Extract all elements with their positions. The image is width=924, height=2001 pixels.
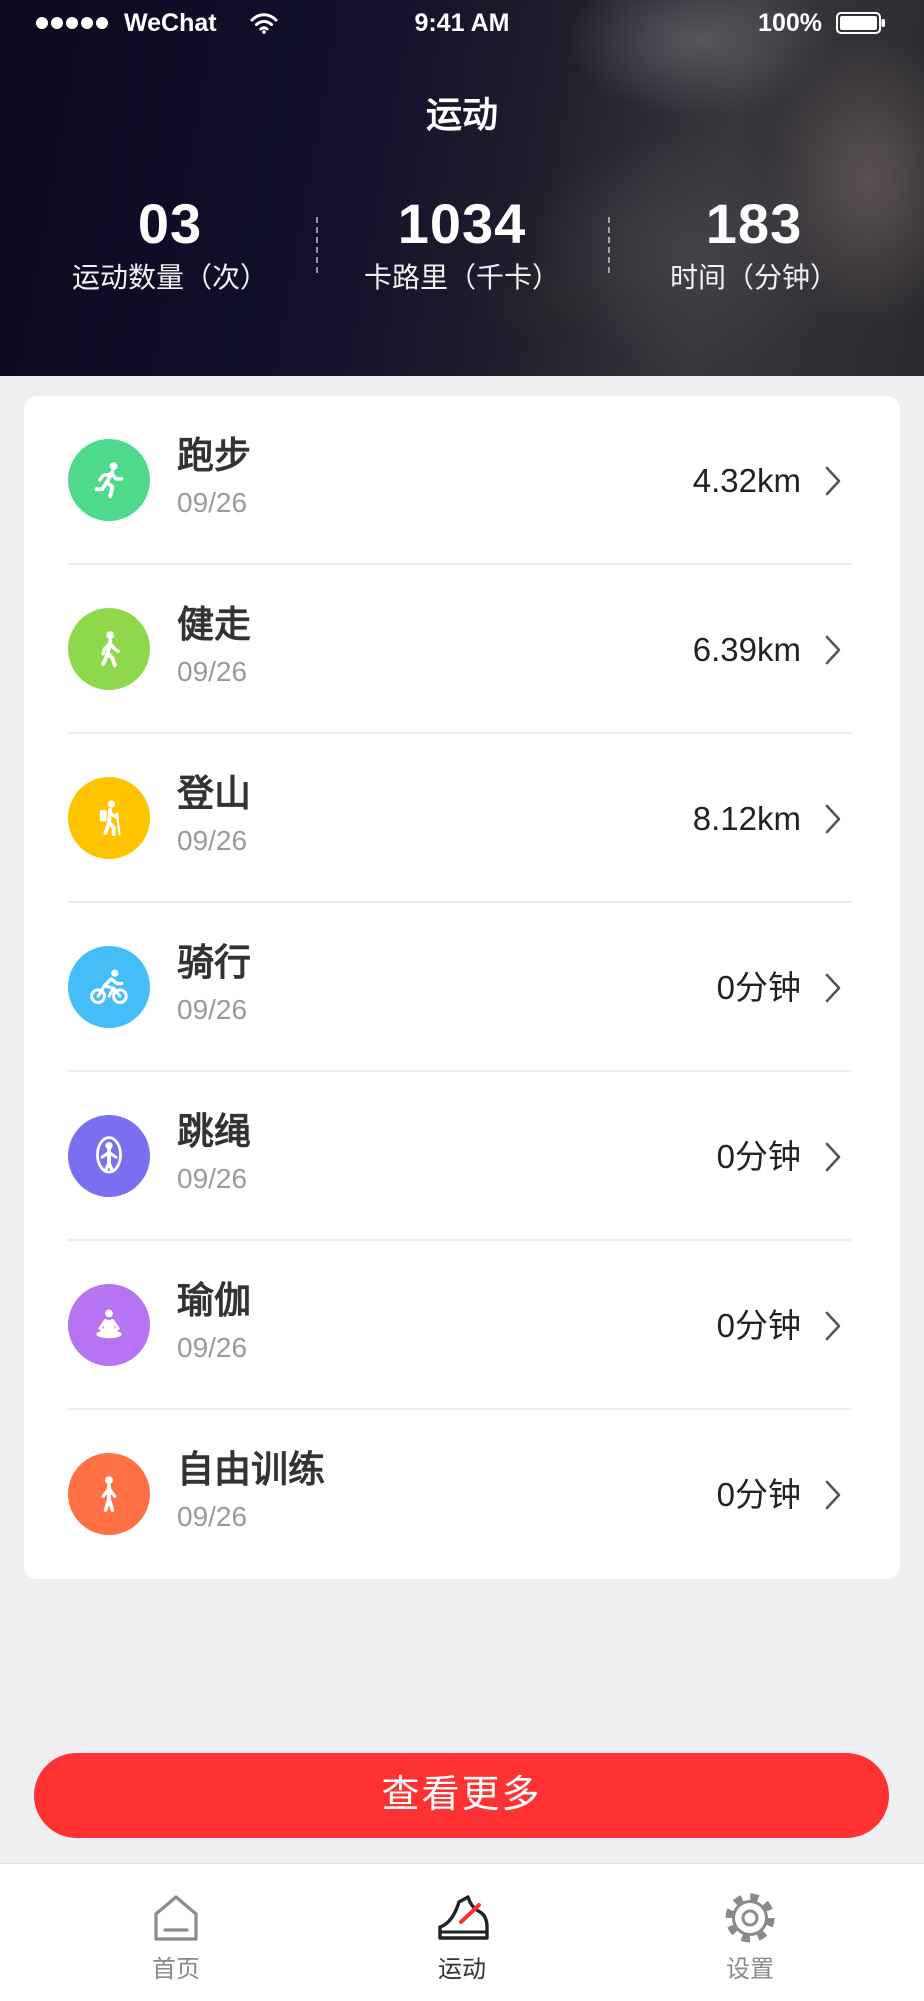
status-bar: WeChat 9:41 AM 100% [0,0,924,46]
home-icon [146,1888,206,1948]
cycling-icon [68,946,150,1028]
activity-date: 09/26 [177,994,248,1025]
view-more-button[interactable]: 查看更多 [34,1753,889,1838]
free-training-icon [68,1453,150,1535]
activity-row-hiking[interactable]: 登山 09/26 8.12km [24,734,900,903]
activity-date: 09/26 [177,1163,248,1194]
chevron-right-icon [824,972,842,1004]
tab-label: 设置 [726,1956,774,1983]
activity-row-walking[interactable]: 健走 09/26 6.39km [24,565,900,734]
stat-value: 03 [137,192,203,255]
activity-text: 骑行 09/26 [177,941,251,1027]
activity-name: 登山 [177,773,251,814]
activity-value: 8.12km [692,799,801,837]
activity-text: 自由训练 09/26 [177,1448,325,1534]
activity-value: 6.39km [692,630,801,668]
running-icon [68,439,150,521]
tab-home[interactable]: 首页 [76,1864,276,2001]
page-title: 运动 [425,94,498,135]
activity-text: 健走 09/26 [177,603,251,689]
chevron-right-icon [824,465,842,497]
activity-date: 09/26 [177,1332,248,1363]
stat-duration: 183 时间（分钟） [608,192,900,295]
activity-text: 登山 09/26 [177,772,251,858]
gear-icon [720,1888,780,1948]
activity-text: 跳绳 09/26 [177,1110,251,1196]
stat-workout-count: 03 运动数量（次） [24,192,316,295]
chevron-right-icon [824,803,842,835]
battery-icon [836,12,886,34]
stat-divider [608,217,610,273]
walking-icon [68,608,150,690]
yoga-icon [68,1284,150,1366]
activity-name: 跑步 [177,435,251,476]
tab-label: 首页 [152,1956,200,1983]
activity-value: 0分钟 [716,1306,801,1344]
stat-divider [316,217,318,273]
tab-workout[interactable]: 运动 [362,1864,562,2001]
activity-value: 0分钟 [716,1137,801,1175]
tab-settings[interactable]: 设置 [650,1864,850,2001]
stat-label: 时间（分钟） [669,262,838,293]
activity-text: 瑜伽 09/26 [177,1279,251,1365]
stat-calories: 1034 卡路里（千卡） [316,192,608,295]
header-banner: WeChat 9:41 AM 100% 运动 03 运动数量（次） 1034 卡… [0,0,924,376]
activity-text: 跑步 09/26 [177,434,251,520]
activity-value: 4.32km [692,461,801,499]
jump-rope-icon [68,1115,150,1197]
stat-label: 卡路里（千卡） [363,262,560,293]
activity-row-jump-rope[interactable]: 跳绳 09/26 0分钟 [24,1072,900,1241]
tab-label: 运动 [438,1956,486,1983]
activity-date: 09/26 [177,487,248,518]
summary-stats: 03 运动数量（次） 1034 卡路里（千卡） 183 时间（分钟） [24,192,900,295]
stat-value: 183 [705,192,803,255]
bottom-tab-bar: 首页 运动 设置 [0,1863,924,2001]
chevron-right-icon [824,1479,842,1511]
activity-date: 09/26 [177,656,248,687]
activity-row-cycling[interactable]: 骑行 09/26 0分钟 [24,903,900,1072]
activity-date: 09/26 [177,825,248,856]
sneaker-icon [432,1888,492,1948]
activity-name: 健走 [177,604,251,645]
chevron-right-icon [824,1310,842,1342]
activity-value: 0分钟 [716,1475,801,1513]
battery-percentage: 100% [758,9,822,37]
activity-row-free-training[interactable]: 自由训练 09/26 0分钟 [24,1410,900,1579]
activity-row-yoga[interactable]: 瑜伽 09/26 0分钟 [24,1241,900,1410]
stat-value: 1034 [397,192,527,255]
activity-value: 0分钟 [716,968,801,1006]
activity-list-card: 跑步 09/26 4.32km 健走 09/26 6.39km 登山 09/26… [24,396,900,1579]
activity-name: 瑜伽 [177,1280,251,1321]
activity-date: 09/26 [177,1501,248,1532]
activity-name: 自由训练 [177,1449,325,1490]
stat-label: 运动数量（次） [71,262,268,293]
chevron-right-icon [824,634,842,666]
chevron-right-icon [824,1141,842,1173]
activity-row-running[interactable]: 跑步 09/26 4.32km [24,396,900,565]
activity-name: 骑行 [177,942,251,983]
activity-name: 跳绳 [177,1111,251,1152]
hiking-icon [68,777,150,859]
